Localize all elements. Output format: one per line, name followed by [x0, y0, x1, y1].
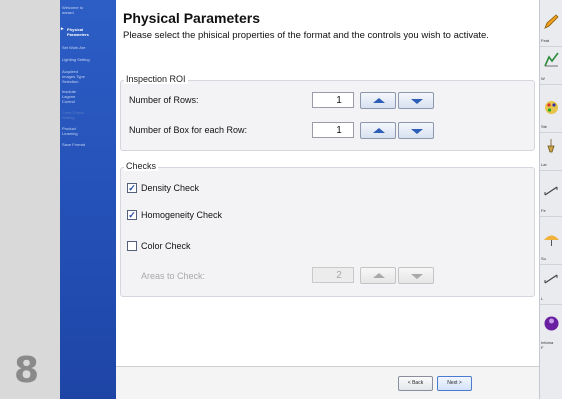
chart-icon: [544, 52, 559, 67]
info-icon: [544, 316, 559, 331]
boxes-field[interactable]: 1: [312, 122, 354, 138]
boxes-decrement-button[interactable]: [398, 122, 434, 139]
toolbar-label: L: [541, 296, 544, 301]
sidebar-item-label: Set Work Are: [62, 45, 86, 50]
page-title: Physical Parameters: [123, 10, 260, 26]
toolbar-item-surface[interactable]: Su: [540, 228, 562, 265]
arrow-up-icon: [373, 98, 385, 103]
toolbar-label: Infoma F: [541, 340, 554, 350]
toolbar-label: Ste: [541, 124, 548, 129]
sidebar-item-color-check-setting: Color Check Setting: [62, 110, 116, 120]
sidebar-item-label: Product Learning: [62, 126, 78, 136]
checkmark-icon: ✓: [128, 210, 136, 220]
density-check-checkbox[interactable]: ✓: [127, 183, 137, 193]
sidebar-item-insolute-lagone[interactable]: Insolute Lagone Control: [62, 89, 116, 104]
sidebar-item-label: Acquired Images Type Selection: [62, 69, 85, 84]
sidebar-item-set-work-area[interactable]: Set Work Are: [62, 45, 116, 50]
toolbar-item-measure[interactable]: Fe: [540, 180, 562, 217]
toolbar-item-feature[interactable]: Feat: [540, 10, 562, 47]
toolbar-label: Lar: [541, 162, 547, 167]
homogeneity-check-label[interactable]: Homogeneity Check: [141, 210, 222, 220]
sidebar-item-welcome[interactable]: Welcome to wizard: [62, 5, 116, 15]
toolbar-item-lamp[interactable]: Lar: [540, 134, 562, 171]
toolbar-item-work[interactable]: W: [540, 48, 562, 85]
checks-group: Checks ✓ Density Check ✓ Homogeneity Che…: [120, 161, 535, 297]
color-check-checkbox[interactable]: [127, 241, 137, 251]
sidebar-item-physical-parameters[interactable]: ▸ Physical Parameters: [61, 26, 116, 42]
inspection-roi-group: Inspection ROI Number of Rows: 1 Number …: [120, 74, 535, 151]
measure-icon: [544, 274, 558, 284]
sidebar-item-lighting-setting[interactable]: Lighting Setting: [62, 57, 116, 62]
homogeneity-check-checkbox[interactable]: ✓: [127, 210, 137, 220]
sidebar-item-label: Color Check Setting: [62, 110, 85, 120]
toolbar-item-information[interactable]: Infoma F: [540, 312, 562, 356]
arrow-up-icon: [373, 128, 385, 133]
arrow-down-icon: [411, 129, 423, 134]
toolbar-label: Fe: [541, 208, 546, 213]
arrow-down-icon: [411, 274, 423, 279]
toolbar-label: Feat: [541, 38, 550, 43]
color-check-label[interactable]: Color Check: [141, 241, 191, 251]
arrow-up-icon: [373, 273, 385, 278]
sidebar-item-product-learning[interactable]: Product Learning: [62, 126, 116, 136]
main-panel: Physical Parameters Please select the ph…: [116, 0, 539, 399]
wizard-sidebar: Welcome to wizard ▸ Physical Parameters …: [60, 0, 116, 399]
sidebar-item-label: Physical Parameters: [67, 27, 89, 37]
sidebar-item-label: Save Format: [62, 142, 85, 147]
boxes-label: Number of Box for each Row:: [129, 125, 248, 135]
sidebar-item-label: Lighting Setting: [62, 57, 90, 62]
areas-to-check-label: Areas to Check:: [141, 271, 206, 281]
boxes-increment-button[interactable]: [360, 122, 396, 139]
measure-icon: [544, 186, 558, 196]
umbrella-icon: [544, 235, 559, 246]
toolbar-label: W: [541, 76, 545, 81]
sidebar-item-label: Welcome to wizard: [62, 5, 84, 15]
sidebar-item-label: Insolute Lagone Control: [62, 89, 77, 104]
page-subtitle: Please select the phisical properties of…: [123, 30, 489, 41]
areas-decrement-button: [398, 267, 434, 284]
palette-icon: [545, 101, 558, 114]
checks-legend: Checks: [124, 161, 159, 171]
rows-increment-button[interactable]: [360, 92, 396, 109]
areas-to-check-field: 2: [312, 267, 354, 283]
toolbar-item-length[interactable]: L: [540, 268, 562, 305]
rows-field[interactable]: 1: [312, 92, 354, 108]
right-toolbar: Feat W Ste Lar Fe Su L Infoma F: [539, 0, 562, 399]
checkmark-icon: ✓: [128, 183, 136, 193]
pencil-icon: [544, 14, 559, 29]
areas-increment-button: [360, 267, 396, 284]
next-button[interactable]: Next >: [437, 376, 472, 391]
lamp-icon: [547, 139, 555, 153]
wizard-window: Welcome to wizard ▸ Physical Parameters …: [60, 0, 562, 399]
density-check-label[interactable]: Density Check: [141, 183, 199, 193]
sidebar-item-save-format[interactable]: Save Format: [62, 142, 116, 147]
inspection-roi-legend: Inspection ROI: [124, 74, 188, 84]
rows-decrement-button[interactable]: [398, 92, 434, 109]
back-button[interactable]: < Back: [398, 376, 433, 391]
rows-label: Number of Rows:: [129, 95, 199, 105]
page-number: 8: [14, 350, 40, 391]
current-step-arrow-icon: ▸: [61, 26, 64, 32]
wizard-footer: < Back Next >: [116, 366, 539, 399]
arrow-down-icon: [411, 99, 423, 104]
sidebar-item-acquired-images[interactable]: Acquired Images Type Selection: [62, 69, 116, 84]
toolbar-label: Su: [541, 256, 546, 261]
toolbar-item-setting[interactable]: Ste: [540, 96, 562, 133]
